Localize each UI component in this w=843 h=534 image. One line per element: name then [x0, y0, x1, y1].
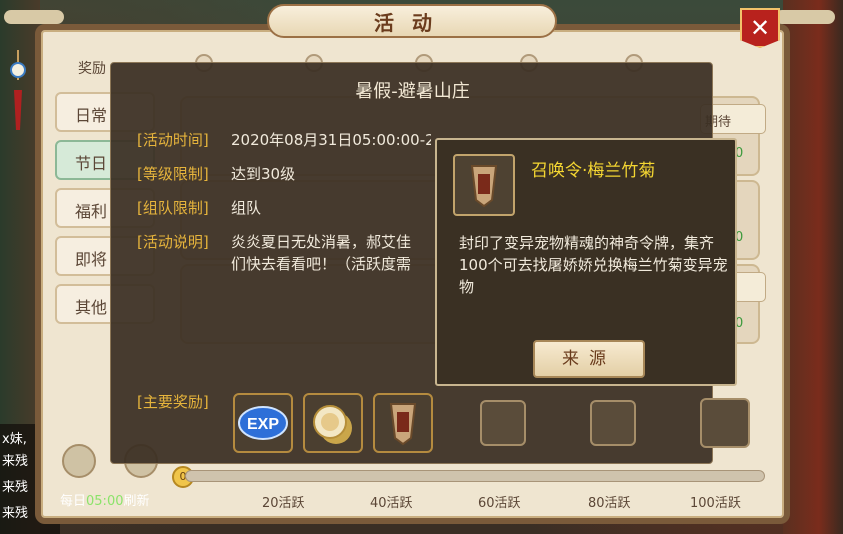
desc-value-line2: 们快去看看吧！（活跃度需: [231, 255, 412, 273]
chat-line: 来残: [2, 506, 29, 521]
milestone-label: 20活跃: [262, 496, 305, 511]
team-value: 组队: [231, 199, 262, 217]
level-value: 达到30级: [231, 165, 296, 183]
source-button[interactable]: 来源: [533, 340, 645, 378]
rewards-label: [主要奖励]: [137, 393, 209, 411]
time-value: 2020年08月31日05:00:00-2020年09月07日04:59:59: [231, 131, 431, 149]
title-wing-left: [4, 10, 64, 24]
pet-coin-icon: [313, 405, 352, 444]
popup-title: 暑假-避暑山庄: [355, 81, 470, 102]
chest-icon[interactable]: [480, 400, 526, 446]
close-icon: ✕: [749, 14, 771, 42]
daily-refresh: 每日05:00刷新: [60, 490, 150, 509]
calendar-icon[interactable]: [62, 444, 96, 478]
item-name: 召唤令·梅兰竹菊: [531, 161, 656, 181]
item-tooltip: 召唤令·梅兰竹菊 封印了变异宠物精魂的神奇令牌，集齐100个可去找屠娇娇兑换梅兰…: [435, 138, 737, 386]
silver-ingot-icon[interactable]: [700, 398, 750, 448]
item-description: 封印了变异宠物精魂的神奇令牌，集齐100个可去找屠娇娇兑换梅兰竹菊变异宠物: [459, 234, 728, 296]
team-label: [组队限制]: [137, 199, 209, 217]
exp-icon: EXP: [238, 406, 288, 440]
scene-right-strip: [783, 0, 843, 534]
reward-exp[interactable]: EXP: [233, 393, 293, 453]
reward-pet-coin[interactable]: [303, 393, 363, 453]
summon-token-icon: [389, 403, 417, 446]
desc-value: 炎炎夏日无处消暑，郝艾佳: [231, 233, 412, 251]
milestone-label: 80活跃: [588, 496, 631, 511]
chest-icon[interactable]: [590, 400, 636, 446]
milestone-label: 60活跃: [478, 496, 521, 511]
level-label: [等级限制]: [137, 165, 209, 183]
time-label: [活动时间]: [137, 131, 209, 149]
title-wing-right: [775, 10, 835, 24]
panel-title-bar: 活动: [267, 4, 557, 38]
lantern-icon: [10, 50, 26, 130]
summon-token-icon: [453, 154, 515, 216]
daily-prefix: 每日: [60, 494, 87, 509]
activity-progress-bar: [185, 470, 765, 482]
exp-text: EXP: [247, 416, 279, 433]
daily-time: 05:00: [86, 494, 124, 509]
chat-line: 来残: [2, 454, 29, 469]
reward-label: 奖励: [78, 61, 106, 77]
daily-suffix: 刷新: [123, 494, 150, 509]
chat-line: x妹,: [2, 432, 27, 447]
chat-line: 来残: [2, 480, 29, 495]
reward-summon-token[interactable]: [373, 393, 433, 453]
milestone-label: 40活跃: [370, 496, 413, 511]
milestone-label: 100活跃: [690, 496, 741, 511]
panel-title: 活动: [374, 10, 450, 35]
close-button[interactable]: ✕: [740, 8, 780, 48]
desc-label: [活动说明]: [137, 233, 209, 251]
